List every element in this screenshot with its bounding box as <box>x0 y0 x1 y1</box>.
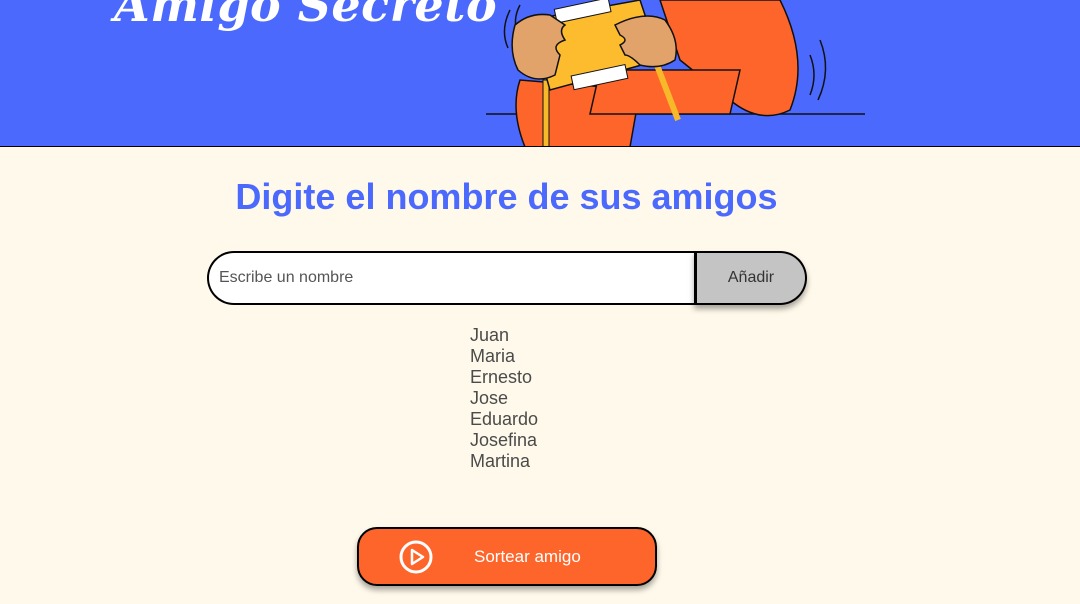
name-input[interactable] <box>207 251 694 305</box>
person-holding-gift-illustration <box>486 0 865 146</box>
list-item: Eduardo <box>470 409 539 429</box>
draw-button-label: Sortear amigo <box>474 547 581 566</box>
add-button[interactable]: Añadir <box>694 251 807 305</box>
list-item: Ernesto <box>470 367 533 387</box>
list-item: Martina <box>470 451 531 471</box>
list-item: Josefina <box>470 430 538 450</box>
list-item: Juan <box>470 325 510 345</box>
main-title: Digite el nombre de sus amigos <box>235 176 778 217</box>
header: Amigo Secreto <box>0 0 1080 147</box>
play-circle-icon <box>399 540 433 574</box>
list-item: Jose <box>470 388 509 408</box>
add-friend-form: Añadir <box>207 251 807 305</box>
app-title: Amigo Secreto <box>114 0 498 32</box>
list-item: Maria <box>470 346 516 366</box>
draw-friend-button[interactable]: Sortear amigo <box>357 527 657 586</box>
friend-list: Juan Maria Ernesto Jose Eduardo Josefina… <box>470 325 538 472</box>
